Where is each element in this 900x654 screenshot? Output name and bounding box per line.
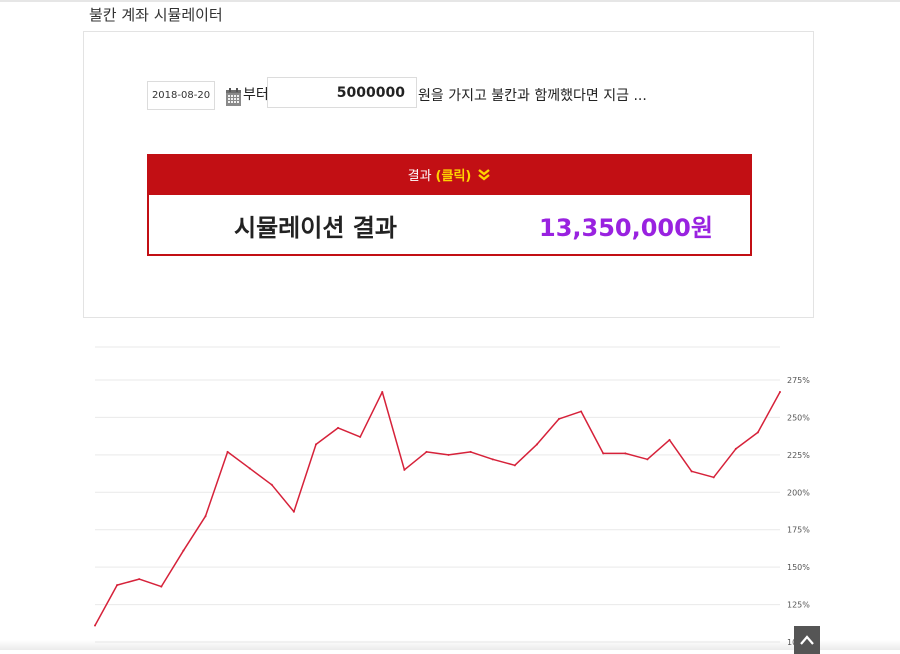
data-point <box>624 452 627 455</box>
series-line <box>94 391 781 626</box>
amount-input[interactable]: 5000000 <box>267 77 417 108</box>
data-point <box>314 443 317 446</box>
data-point <box>381 390 384 393</box>
from-label: 부터 <box>243 87 269 103</box>
y-axis-ticks: 100%125%150%175%200%225%250%275% <box>787 376 810 647</box>
result-label: 시뮬레이션 결과 <box>234 214 397 242</box>
y-tick-label: 125% <box>787 601 810 610</box>
data-point <box>160 585 163 588</box>
data-point <box>248 467 251 470</box>
data-point <box>491 458 494 461</box>
click-hint: (클릭) <box>435 169 472 184</box>
bottom-shadow <box>0 640 900 650</box>
data-point <box>226 450 229 453</box>
data-point <box>337 426 340 429</box>
data-point <box>94 624 96 627</box>
chevron-double-down-icon <box>478 168 491 181</box>
data-point <box>558 417 561 420</box>
calendar-icon[interactable] <box>225 87 242 107</box>
data-point <box>270 483 273 486</box>
top-divider <box>0 0 900 2</box>
result-header-label: 결과 <box>407 169 432 184</box>
arrow-up-icon <box>800 635 814 645</box>
chart-grid <box>95 346 780 643</box>
data-point <box>403 468 406 471</box>
data-point <box>292 510 295 513</box>
data-point <box>182 549 185 552</box>
y-tick-label: 175% <box>787 526 810 535</box>
result-value: 13,350,000원 <box>539 214 713 242</box>
simulation-sentence: 원을 가지고 불칸과 함께했다면 지금 ... <box>418 88 647 104</box>
data-point <box>756 431 759 434</box>
data-point <box>513 464 516 467</box>
data-point <box>204 515 207 518</box>
result-panel: 시뮬레이션 결과 13,350,000원 <box>147 195 752 256</box>
y-tick-label: 225% <box>787 451 810 460</box>
y-tick-label: 250% <box>787 413 810 422</box>
data-point <box>712 476 715 479</box>
y-tick-label: 275% <box>787 376 810 385</box>
data-point <box>138 578 141 581</box>
y-tick-label: 200% <box>787 488 810 497</box>
chart-series <box>94 390 781 627</box>
data-point <box>425 450 428 453</box>
data-point <box>469 450 472 453</box>
data-point <box>116 584 119 587</box>
data-point <box>668 438 671 441</box>
data-point <box>580 410 583 413</box>
performance-line-chart: 100%125%150%175%200%225%250%275% <box>94 346 810 647</box>
data-point <box>602 452 605 455</box>
data-point <box>779 390 781 393</box>
y-tick-label: 150% <box>787 563 810 572</box>
start-date-input[interactable]: 2018-08-20 <box>147 81 215 110</box>
simulator-card: 2018-08-20 부터 5000000 원을 가지고 불칸과 함께했다면 지… <box>83 31 814 318</box>
result-toggle-button[interactable]: 결과 (클릭) <box>147 154 752 195</box>
data-point <box>690 470 693 473</box>
data-point <box>734 447 737 450</box>
data-point <box>535 443 538 446</box>
data-point <box>646 458 649 461</box>
data-point <box>447 453 450 456</box>
data-point <box>359 435 362 438</box>
section-title: 불칸 계좌 시뮬레이터 <box>89 6 223 24</box>
